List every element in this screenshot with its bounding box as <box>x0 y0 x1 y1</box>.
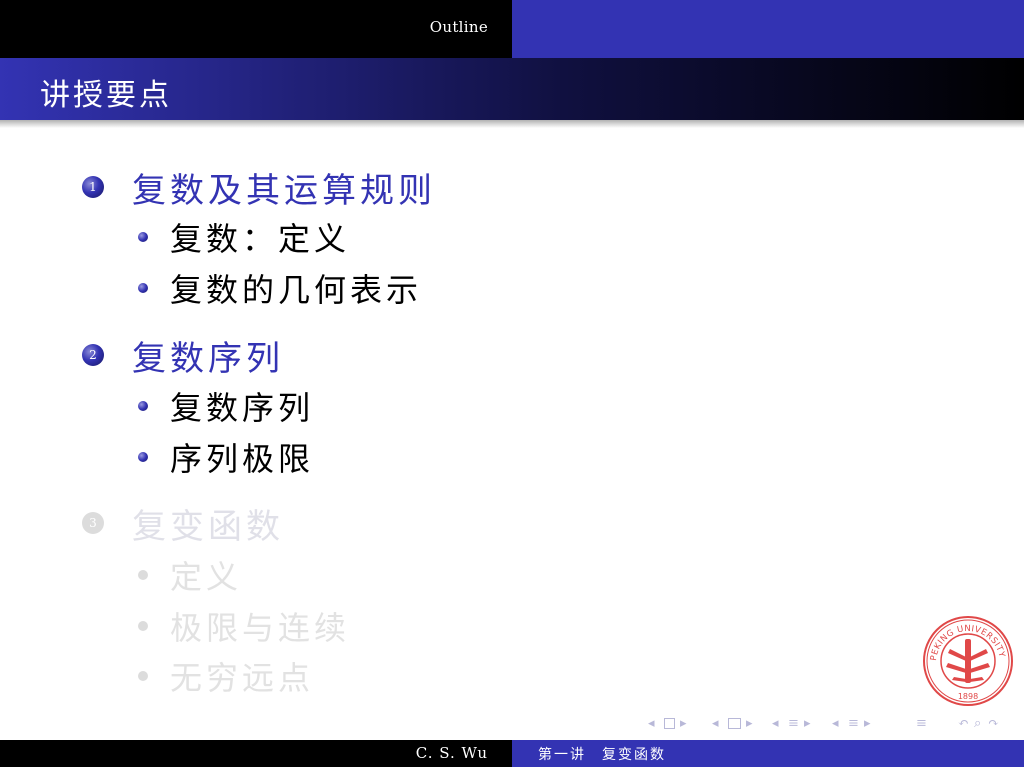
bullet-icon <box>138 452 148 462</box>
bullet-icon <box>138 283 148 293</box>
university-seal-logo: PEKING UNIVERSITY 1898 <box>923 616 1013 706</box>
subsection-item[interactable]: 序列极限 <box>170 434 314 480</box>
section-icon[interactable]: ≡ <box>788 716 799 731</box>
subsection-item[interactable]: 定义 <box>170 552 242 598</box>
appendix-icon[interactable]: ≡ <box>916 716 927 731</box>
frame-icon[interactable] <box>664 718 675 729</box>
section-number-badge: 3 <box>82 512 104 534</box>
presentation-next-icon[interactable]: ▸ <box>864 716 871 731</box>
bullet-icon <box>138 671 148 681</box>
section-number-badge: 2 <box>82 344 104 366</box>
footer-left-panel: C. S. Wu <box>0 740 512 767</box>
outline-content: 1 复数及其运算规则 复数：定义 复数的几何表示 2 复数序列 复数序列 序列极… <box>0 0 1024 740</box>
lecture-title: 第一讲 复变函数 <box>538 747 666 763</box>
author-name: C. S. Wu <box>415 744 488 762</box>
section-number-badge: 1 <box>82 176 104 198</box>
subsection-item[interactable]: 极限与连续 <box>170 603 350 649</box>
section-next-icon[interactable]: ▸ <box>804 716 811 731</box>
back-icon[interactable]: ↶ <box>958 716 969 731</box>
subsection-prev-icon[interactable]: ◂ <box>712 716 719 731</box>
section-title[interactable]: 复变函数 <box>132 499 284 548</box>
footer-bar: C. S. Wu 第一讲 复变函数 <box>0 740 1024 767</box>
frame-prev-icon[interactable]: ◂ <box>648 716 655 731</box>
svg-text:1898: 1898 <box>958 692 978 701</box>
bullet-icon <box>138 401 148 411</box>
subsection-item[interactable]: 复数的几何表示 <box>170 265 422 311</box>
search-icon[interactable]: ⌕ <box>974 716 981 731</box>
subsection-item[interactable]: 无穷远点 <box>170 653 314 699</box>
subsection-next-icon[interactable]: ▸ <box>746 716 753 731</box>
presentation-icon[interactable]: ≡ <box>848 716 859 731</box>
bullet-icon <box>138 232 148 242</box>
subsection-icon[interactable] <box>728 718 741 729</box>
presentation-prev-icon[interactable]: ◂ <box>832 716 839 731</box>
footer-right-panel: 第一讲 复变函数 <box>512 740 1024 767</box>
frame-next-icon[interactable]: ▸ <box>680 716 687 731</box>
section-prev-icon[interactable]: ◂ <box>772 716 779 731</box>
forward-icon[interactable]: ↷ <box>988 716 999 731</box>
subsection-item[interactable]: 复数序列 <box>170 383 314 429</box>
bullet-icon <box>138 621 148 631</box>
subsection-item[interactable]: 复数：定义 <box>170 214 350 260</box>
section-title[interactable]: 复数及其运算规则 <box>132 163 436 212</box>
bullet-icon <box>138 570 148 580</box>
section-title[interactable]: 复数序列 <box>132 331 284 380</box>
